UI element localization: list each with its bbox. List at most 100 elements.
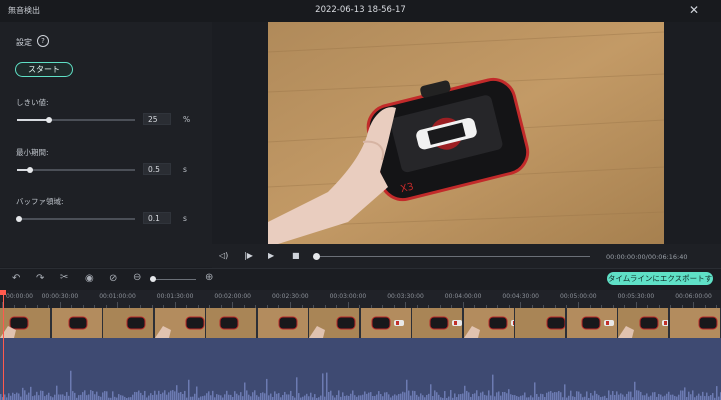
scissors-icon[interactable]: ✂ xyxy=(60,272,68,283)
playhead[interactable] xyxy=(3,290,4,400)
waveform-bar xyxy=(586,391,588,400)
waveform-bar xyxy=(20,396,22,400)
video-thumbnail xyxy=(515,308,579,338)
param-label: バッファ領域: xyxy=(16,197,64,206)
waveform-bar xyxy=(132,394,134,400)
waveform-bar xyxy=(342,392,344,400)
waveform-bar xyxy=(348,395,350,400)
play-icon[interactable]: ▶ xyxy=(268,251,274,260)
waveform-bar xyxy=(180,391,182,400)
progress-track[interactable] xyxy=(318,256,590,257)
waveform-bar xyxy=(668,391,670,400)
progress-handle[interactable] xyxy=(313,253,320,260)
video-thumbnail xyxy=(206,308,257,338)
waveform-bar xyxy=(90,390,92,400)
waveform-bar xyxy=(430,384,432,400)
zoom-slider[interactable] xyxy=(150,279,196,280)
zoom-out-icon[interactable]: ⊖ xyxy=(133,272,141,283)
waveform-bar xyxy=(604,395,606,400)
param-slider-handle[interactable] xyxy=(45,117,52,123)
waveform-bar xyxy=(320,395,322,400)
zoom-slider-handle[interactable] xyxy=(150,276,156,282)
waveform-bar xyxy=(58,394,60,400)
waveform-bar xyxy=(96,391,98,400)
waveform-bar xyxy=(392,395,394,400)
stop-icon[interactable]: ■ xyxy=(292,251,300,260)
waveform-bar xyxy=(434,390,436,400)
waveform-bar xyxy=(226,390,228,400)
start-button[interactable]: スタート xyxy=(15,62,73,77)
waveform-bar xyxy=(404,392,406,400)
waveform-bar xyxy=(450,390,452,400)
waveform-bar xyxy=(34,395,36,400)
waveform-bar xyxy=(422,395,424,400)
waveform-bar xyxy=(148,395,150,400)
waveform-bar xyxy=(8,393,10,400)
param-unit: s xyxy=(183,214,187,223)
waveform-bar xyxy=(200,396,202,400)
redo-icon[interactable]: ↷ xyxy=(36,273,44,284)
waveform-bar xyxy=(704,396,706,400)
waveform-bar xyxy=(282,394,284,400)
waveform-bar xyxy=(510,394,512,400)
ruler-tick-label: 00:00:00 xyxy=(6,293,33,300)
waveform-bar xyxy=(48,392,50,400)
waveform-bar xyxy=(26,394,28,400)
waveform-bar xyxy=(382,396,384,400)
waveform-bar xyxy=(534,382,536,400)
zoom-in-icon[interactable]: ⊕ xyxy=(205,272,213,283)
waveform-bar xyxy=(16,392,18,400)
waveform-bar xyxy=(140,392,142,400)
waveform-bar xyxy=(296,377,298,400)
video-thumbnail-strip[interactable] xyxy=(0,308,721,338)
waveform-bar xyxy=(598,395,600,400)
waveform-bar xyxy=(68,395,70,400)
eye-icon[interactable]: ◉ xyxy=(85,273,94,284)
waveform-bar xyxy=(70,370,72,400)
param-value-input[interactable]: 25 xyxy=(143,113,171,125)
param-value-input[interactable]: 0.1 xyxy=(143,212,171,224)
close-icon[interactable]: ✕ xyxy=(689,3,699,17)
waveform-bar xyxy=(474,393,476,400)
waveform-bar xyxy=(220,395,222,400)
playhead-handle[interactable] xyxy=(0,290,6,295)
waveform-bar xyxy=(662,396,664,400)
waveform-bar xyxy=(238,395,240,400)
waveform-bar xyxy=(426,394,428,400)
waveform-bar xyxy=(366,393,368,400)
waveform-bar xyxy=(328,391,330,400)
waveform-bar xyxy=(210,395,212,400)
waveform-bar xyxy=(468,392,470,400)
step-back-icon[interactable]: |▶ xyxy=(244,251,253,260)
waveform-bar xyxy=(270,393,272,400)
waveform-bar xyxy=(88,394,90,400)
help-icon[interactable]: ? xyxy=(37,35,49,47)
volume-icon[interactable]: ◁) xyxy=(219,251,228,260)
param-value-input[interactable]: 0.5 xyxy=(143,163,171,175)
waveform-bar xyxy=(262,392,264,400)
waveform-bar xyxy=(448,396,450,400)
export-to-timeline-button[interactable]: タイムラインにエクスポートする xyxy=(607,272,713,296)
audio-waveform[interactable] xyxy=(0,338,721,400)
eye-off-icon[interactable]: ⊘ xyxy=(109,273,117,284)
waveform-bar xyxy=(516,396,518,400)
waveform-bar xyxy=(244,382,246,400)
waveform-bar xyxy=(592,395,594,400)
waveform-bar xyxy=(540,393,542,400)
waveform-bar xyxy=(38,395,40,400)
ruler-tick-label: 00:06:00:00 xyxy=(675,293,712,300)
waveform-bar xyxy=(524,392,526,400)
waveform-bar xyxy=(472,393,474,400)
param-slider[interactable] xyxy=(17,169,135,171)
param-slider[interactable] xyxy=(17,218,135,220)
waveform-bar xyxy=(700,395,702,400)
waveform-bar xyxy=(716,386,718,400)
waveform-bar xyxy=(94,394,96,400)
waveform-bar xyxy=(192,396,194,400)
video-thumbnail xyxy=(618,308,672,338)
video-preview[interactable]: X3 xyxy=(268,22,664,244)
waveform-bar xyxy=(336,395,338,400)
param-slider-handle[interactable] xyxy=(26,167,33,173)
undo-icon[interactable]: ↶ xyxy=(12,273,20,284)
waveform-bar xyxy=(330,390,332,400)
